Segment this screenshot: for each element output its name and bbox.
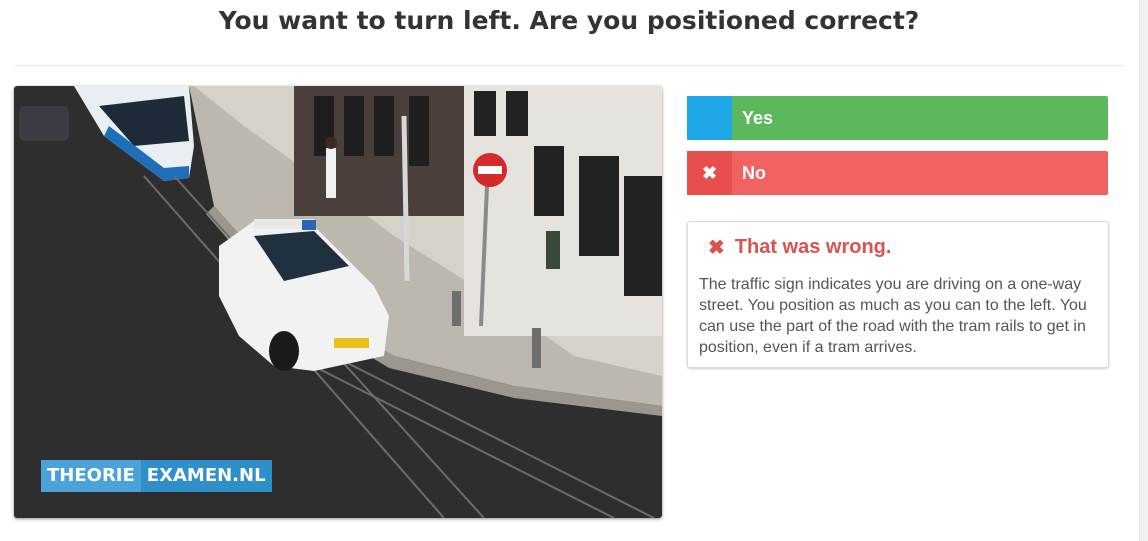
street-scene-illustration [14,86,662,518]
close-icon: ✖ [687,151,732,195]
scrollbar[interactable] [1139,0,1148,541]
answer-no-button[interactable]: ✖ No [687,151,1108,195]
watermark-logo: THEORIE EXAMEN.NL [41,460,272,492]
answer-no-label: No [742,162,766,183]
feedback-heading-row: ✖ That was wrong. [708,236,891,259]
answer-yes-marker [687,96,732,140]
error-x-icon: ✖ [708,236,725,259]
answer-yes-label: Yes [742,107,774,128]
question-image: THEORIE EXAMEN.NL [14,86,662,518]
watermark-text-part2: EXAMEN.NL [140,460,272,492]
question-title: You want to turn left. Are you positione… [218,6,920,35]
feedback-explanation: The traffic sign indicates you are drivi… [699,276,1087,356]
watermark-text-part1: THEORIE [41,460,141,492]
divider [15,65,1125,66]
feedback-heading: That was wrong. [734,236,892,258]
answer-yes-button[interactable]: Yes [687,96,1108,140]
feedback-panel: ✖ That was wrong. The traffic sign indic… [687,221,1109,368]
